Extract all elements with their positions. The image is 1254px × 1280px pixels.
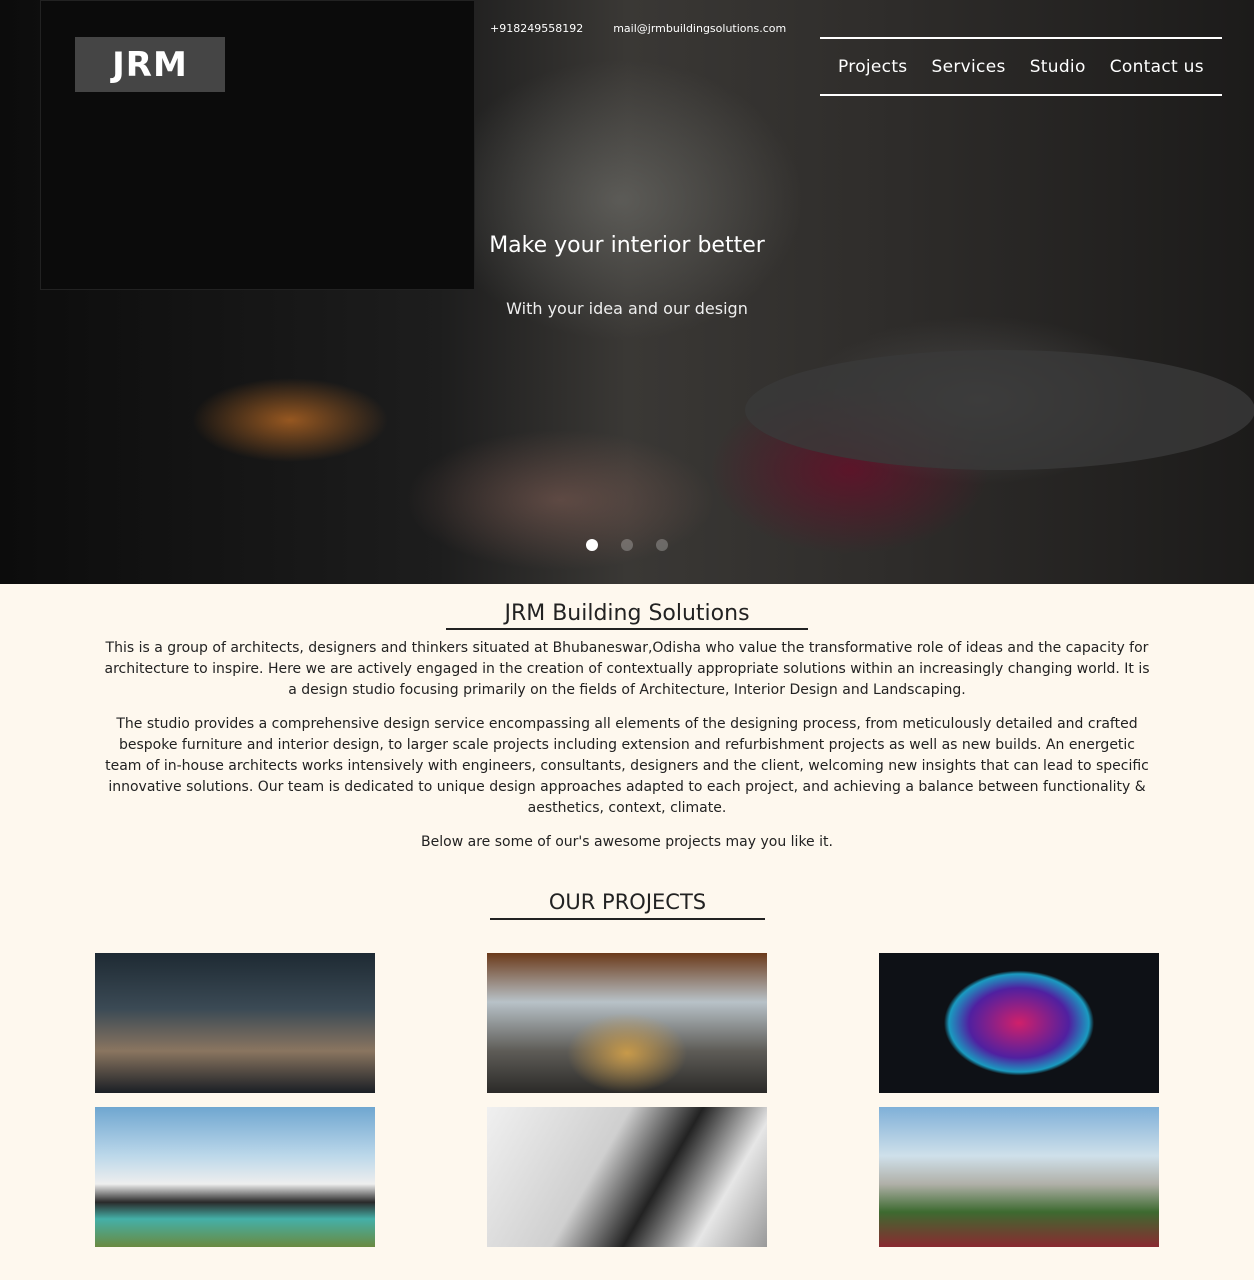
- nav-contact-us[interactable]: Contact us: [1110, 57, 1204, 77]
- nav-services[interactable]: Services: [932, 57, 1006, 77]
- hero-subtitle: With your idea and our design: [506, 299, 748, 318]
- phone-link[interactable]: +918249558192: [490, 22, 583, 35]
- project-image-villa-pool[interactable]: [95, 1107, 375, 1247]
- about-paragraph: This is a group of architects, designers…: [104, 640, 1150, 698]
- nav-projects[interactable]: Projects: [838, 57, 907, 77]
- project-image-neon-tunnel[interactable]: [879, 953, 1159, 1093]
- hero-image-detail: [745, 350, 1254, 470]
- main-nav: Projects Services Studio Contact us: [820, 37, 1222, 96]
- project-image-escalator-interior[interactable]: [487, 1107, 767, 1247]
- carousel-dot-1[interactable]: [586, 539, 598, 551]
- projects-grid: [95, 953, 1159, 1247]
- about-section: JRM Building Solutions This is a group o…: [100, 600, 1154, 853]
- projects-title: OUR PROJECTS: [490, 890, 765, 920]
- project-image-glass-hall[interactable]: [487, 953, 767, 1093]
- hero-carousel: JRM +918249558192 mail@jrmbuildingsoluti…: [0, 0, 1254, 584]
- project-image-bridge-tower[interactable]: [95, 953, 375, 1093]
- about-paragraph: The studio provides a comprehensive desi…: [105, 716, 1149, 816]
- about-paragraph: Below are some of our's awesome projects…: [421, 834, 833, 850]
- nav-studio[interactable]: Studio: [1030, 57, 1086, 77]
- carousel-indicators: [586, 539, 668, 551]
- about-title: JRM Building Solutions: [446, 600, 808, 630]
- contact-info: +918249558192 mail@jrmbuildingsolutions.…: [490, 22, 786, 35]
- project-image-curved-building[interactable]: [879, 1107, 1159, 1247]
- logo[interactable]: JRM: [75, 37, 225, 92]
- hero-title: Make your interior better: [489, 233, 765, 258]
- email-link[interactable]: mail@jrmbuildingsolutions.com: [613, 22, 786, 35]
- carousel-dot-2[interactable]: [621, 539, 633, 551]
- carousel-dot-3[interactable]: [656, 539, 668, 551]
